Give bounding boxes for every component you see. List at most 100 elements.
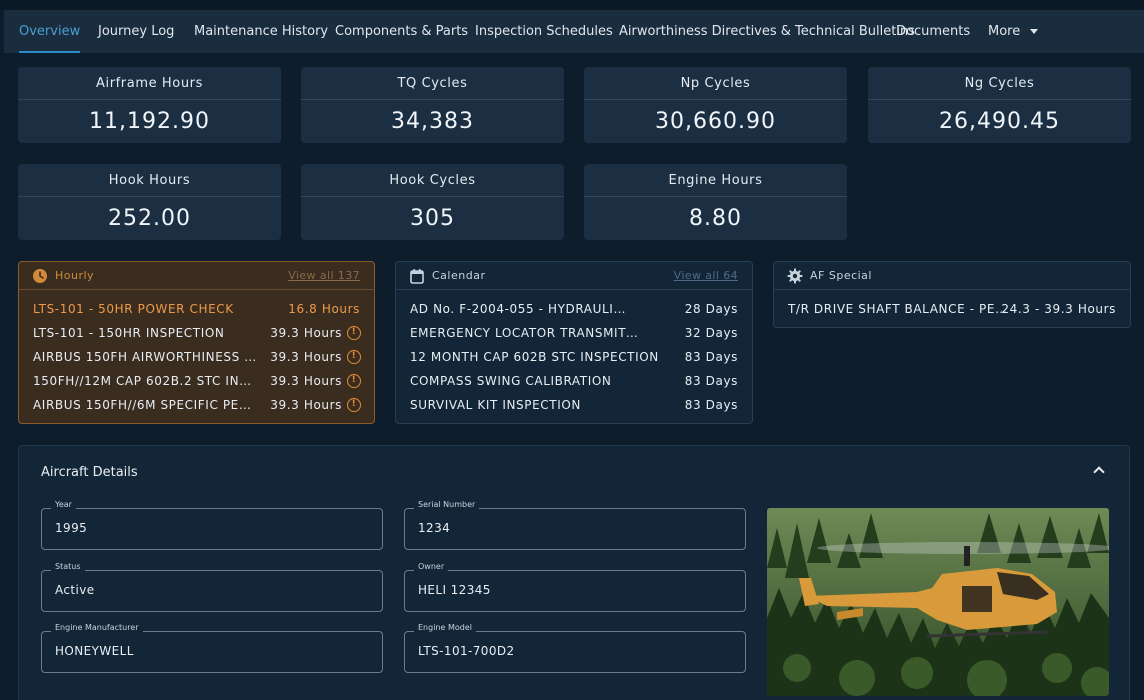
list-item[interactable]: COMPASS SWING CALIBRATION 83 Days — [396, 369, 752, 393]
list-item[interactable]: LTS-101 - 50HR POWER CHECK 16.8 Hours — [19, 297, 374, 321]
tab-label: Journey Log — [98, 24, 175, 39]
gear-icon — [787, 268, 803, 284]
stat-label: TQ Cycles — [301, 67, 564, 100]
list-item[interactable]: AD No. F-2004-055 - HYDRAULIC FL... 28 D… — [396, 297, 752, 321]
stat-np-cycles: Np Cycles 30,660.90 — [584, 67, 847, 143]
stat-value: 30,660.90 — [655, 109, 776, 134]
stat-label: Np Cycles — [584, 67, 847, 100]
stat-value: 26,490.45 — [939, 109, 1060, 134]
af-special-card-title: AF Special — [810, 269, 872, 282]
stat-value: 305 — [410, 206, 455, 231]
field-value: 1234 — [418, 521, 451, 535]
field-value: Active — [55, 583, 95, 597]
list-item[interactable]: AIRBUS 150FH AIRWORTHINESS INSP... 39.3 … — [19, 345, 374, 369]
aircraft-details-title: Aircraft Details — [41, 465, 138, 480]
warning-icon: ! — [347, 350, 361, 364]
warning-icon: ! — [347, 398, 361, 412]
tab-label: More — [988, 24, 1021, 39]
year-field[interactable]: Year 1995 — [41, 500, 383, 550]
item-name: AIRBUS 150FH AIRWORTHINESS INSP... — [33, 350, 257, 364]
stat-label: Hook Cycles — [301, 164, 564, 197]
chevron-up-icon[interactable] — [1093, 466, 1105, 478]
hourly-card-header: Hourly View all 137 — [19, 262, 374, 290]
item-name: COMPASS SWING CALIBRATION — [410, 374, 612, 388]
item-name: 150FH//12M CAP 602B.2 STC INSPEC... — [33, 374, 257, 388]
field-label: Owner — [414, 562, 449, 571]
stat-hook-hours: Hook Hours 252.00 — [18, 164, 281, 240]
field-label: Engine Model — [414, 623, 476, 632]
af-special-card-header: AF Special — [774, 262, 1130, 290]
field-label: Engine Manufacturer — [51, 623, 143, 632]
calendar-icon — [410, 269, 424, 284]
item-due: 24.3 - 39.3 Hours — [1001, 302, 1116, 316]
item-due: 32 Days — [684, 326, 738, 340]
status-field[interactable]: Status Active — [41, 562, 383, 612]
stat-value: 252.00 — [108, 206, 191, 231]
list-item[interactable]: 12 MONTH CAP 602B STC INSPECTION 83 Days — [396, 345, 752, 369]
list-item[interactable]: AIRBUS 150FH//6M SPECIFIC PERIOD... 39.3… — [19, 393, 374, 417]
stat-value: 8.80 — [689, 206, 742, 231]
tab-components-parts[interactable]: Components & Parts — [335, 10, 468, 53]
tab-label: Overview — [19, 24, 81, 39]
tab-label: Documents — [896, 24, 971, 39]
field-value: 1995 — [55, 521, 88, 535]
tab-more[interactable]: More — [988, 10, 1039, 53]
item-due: 39.3 Hours — [270, 326, 342, 340]
stat-value: 34,383 — [391, 109, 474, 134]
engine-model-field[interactable]: Engine Model LTS-101-700D2 — [404, 623, 746, 673]
stat-engine-hours: Engine Hours 8.80 — [584, 164, 847, 240]
view-all-hourly-link[interactable]: View all 137 — [288, 269, 360, 282]
item-due: 39.3 Hours — [270, 398, 342, 412]
tab-airworthiness-directives[interactable]: Airworthiness Directives & Technical Bul… — [619, 10, 915, 53]
list-item[interactable]: T/R DRIVE SHAFT BALANCE - PERFO... 24.3 … — [774, 297, 1130, 321]
list-item[interactable]: EMERGENCY LOCATOR TRANSMITTER... 32 Days — [396, 321, 752, 345]
list-item[interactable]: SURVIVAL KIT INSPECTION 83 Days — [396, 393, 752, 417]
stat-tq-cycles: TQ Cycles 34,383 — [301, 67, 564, 143]
stat-label: Engine Hours — [584, 164, 847, 197]
stat-ng-cycles: Ng Cycles 26,490.45 — [868, 67, 1131, 143]
tab-inspection-schedules[interactable]: Inspection Schedules — [475, 10, 613, 53]
stat-value: 11,192.90 — [89, 109, 210, 134]
view-all-calendar-link[interactable]: View all 64 — [674, 269, 738, 282]
item-due: 83 Days — [684, 350, 738, 364]
tab-maintenance-history[interactable]: Maintenance History — [194, 10, 328, 53]
item-due: 83 Days — [684, 374, 738, 388]
field-label: Serial Number — [414, 500, 480, 509]
item-due: 39.3 Hours — [270, 374, 342, 388]
serial-number-field[interactable]: Serial Number 1234 — [404, 500, 746, 550]
item-name: EMERGENCY LOCATOR TRANSMITTER... — [410, 326, 638, 340]
af-special-card: AF Special T/R DRIVE SHAFT BALANCE - PER… — [773, 261, 1131, 328]
tab-overview[interactable]: Overview — [19, 10, 81, 53]
stat-hook-cycles: Hook Cycles 305 — [301, 164, 564, 240]
aircraft-photo — [767, 508, 1109, 696]
item-name: LTS-101 - 150HR INSPECTION — [33, 326, 225, 340]
tab-journey-log[interactable]: Journey Log — [98, 10, 174, 53]
field-value: HONEYWELL — [55, 644, 134, 658]
field-value: LTS-101-700D2 — [418, 644, 515, 658]
chevron-down-icon — [1030, 29, 1039, 34]
list-item[interactable]: LTS-101 - 150HR INSPECTION 39.3 Hours ! — [19, 321, 374, 345]
tab-bar: Overview Journey Log Maintenance History… — [4, 10, 1144, 53]
hourly-card-title: Hourly — [55, 269, 95, 282]
item-due: 28 Days — [684, 302, 738, 316]
list-item[interactable]: 150FH//12M CAP 602B.2 STC INSPEC... 39.3… — [19, 369, 374, 393]
tab-documents[interactable]: Documents — [896, 10, 970, 53]
item-name: LTS-101 - 50HR POWER CHECK — [33, 302, 234, 316]
tab-label: Inspection Schedules — [475, 24, 613, 39]
owner-field[interactable]: Owner HELI 12345 — [404, 562, 746, 612]
stat-airframe-hours: Airframe Hours 11,192.90 — [18, 67, 281, 143]
stat-label: Airframe Hours — [18, 67, 281, 100]
engine-manufacturer-field[interactable]: Engine Manufacturer HONEYWELL — [41, 623, 383, 673]
item-due: 83 Days — [684, 398, 738, 412]
stat-label: Hook Hours — [18, 164, 281, 197]
item-name: AIRBUS 150FH//6M SPECIFIC PERIOD... — [33, 398, 257, 412]
stat-label: Ng Cycles — [868, 67, 1131, 100]
field-label: Year — [51, 500, 76, 509]
warning-icon: ! — [347, 374, 361, 388]
tab-label: Maintenance History — [194, 24, 329, 39]
item-name: T/R DRIVE SHAFT BALANCE - PERFO... — [788, 302, 1010, 316]
top-strip — [0, 0, 1144, 10]
hourly-card: Hourly View all 137 LTS-101 - 50HR POWER… — [18, 261, 375, 424]
item-due: 16.8 Hours — [288, 302, 360, 316]
item-name: AD No. F-2004-055 - HYDRAULIC FL... — [410, 302, 632, 316]
